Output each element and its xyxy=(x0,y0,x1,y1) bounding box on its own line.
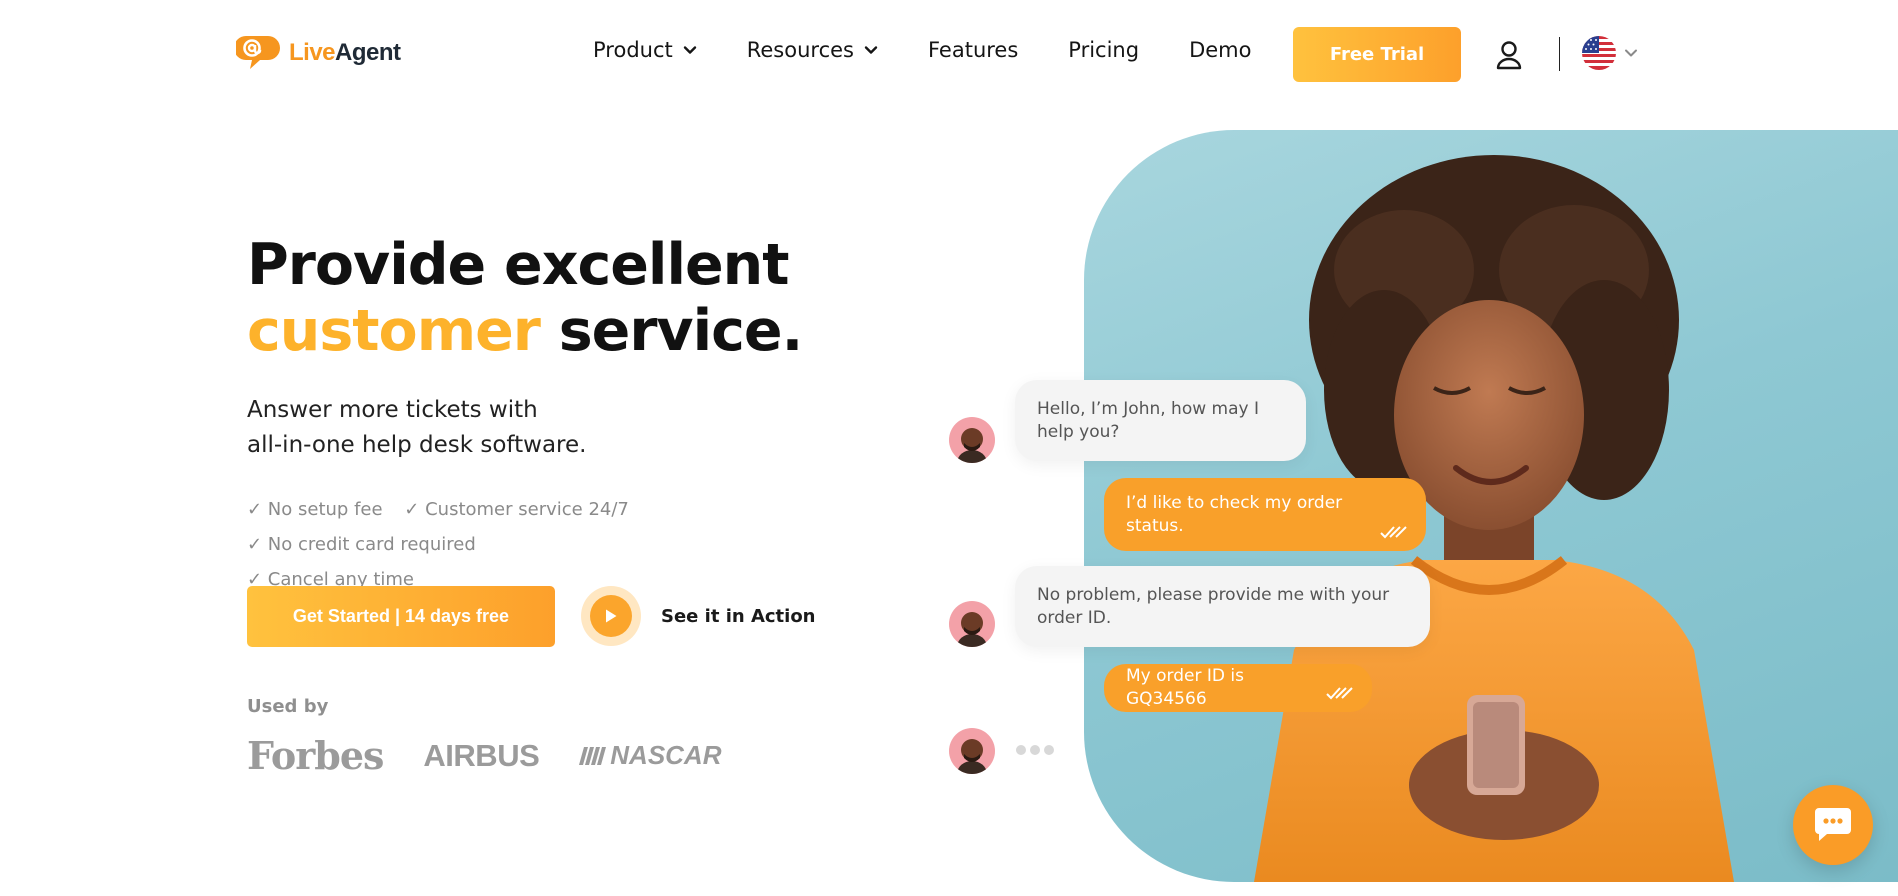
nascar-logo: NASCAR xyxy=(579,740,722,771)
double-check-icon xyxy=(1380,526,1407,539)
chevron-down-icon xyxy=(864,46,878,54)
brand-logos: Forbes AIRBUS NASCAR xyxy=(247,733,762,778)
check-item: ✓ Customer service 24/7 xyxy=(404,499,629,520)
nav-item-product[interactable]: Product xyxy=(593,38,697,62)
chat-widget-button[interactable] xyxy=(1793,785,1873,865)
play-icon xyxy=(581,586,641,646)
used-by-label: Used by xyxy=(247,696,329,717)
airbus-logo: AIRBUS xyxy=(423,737,540,773)
nav-item-label: Resources xyxy=(746,38,854,62)
double-check-icon xyxy=(1326,687,1353,700)
feature-checklist: ✓ No setup fee ✓ Customer service 24/7 ✓… xyxy=(247,492,847,597)
logo-wordmark: LiveAgent xyxy=(289,39,401,66)
chat-message-text: No problem, please provide me with your … xyxy=(1037,584,1390,628)
see-it-in-action-link[interactable]: See it in Action xyxy=(581,586,816,646)
site-header: LiveAgent Product Resources Features Pri… xyxy=(0,0,1898,106)
chat-bubble-icon xyxy=(1815,808,1851,841)
nav-item-label: Demo xyxy=(1189,38,1252,62)
nav-item-pricing[interactable]: Pricing xyxy=(1068,38,1139,62)
nav-item-demo[interactable]: Demo xyxy=(1189,38,1251,62)
hero-title: Provide excellent customer service. xyxy=(247,232,803,364)
liveagent-logo[interactable]: LiveAgent xyxy=(234,34,401,72)
header-divider xyxy=(1559,37,1560,71)
agent-avatar xyxy=(949,417,995,463)
agent-avatar xyxy=(949,601,995,647)
chat-message-text: My order ID is GQ34566 xyxy=(1126,666,1244,709)
nav-item-label: Product xyxy=(593,38,673,62)
chat-message-agent: Hello, I’m John, how may I help you? xyxy=(1015,380,1306,461)
hero-title-line1: Provide excellent xyxy=(247,232,789,298)
language-selector[interactable] xyxy=(1582,36,1638,70)
liveagent-logo-icon xyxy=(234,34,282,72)
nav-item-resources[interactable]: Resources xyxy=(747,38,878,62)
us-flag-icon xyxy=(1582,36,1616,70)
forbes-logo: Forbes xyxy=(247,733,384,778)
chat-message-text: Hello, I’m John, how may I help you? xyxy=(1037,398,1259,442)
hero-subtitle-line1: Answer more tickets with xyxy=(247,397,538,423)
agent-avatar xyxy=(949,728,995,774)
chevron-down-icon xyxy=(683,46,696,54)
check-item: ✓ No credit card required xyxy=(247,534,476,555)
nav-item-label: Pricing xyxy=(1068,38,1140,62)
main-nav: Product Resources Features Pricing Demo xyxy=(593,38,1301,62)
hero-title-accent: customer xyxy=(247,298,541,364)
chat-message-user: My order ID is GQ34566 xyxy=(1104,664,1372,712)
free-trial-button[interactable]: Free Trial xyxy=(1293,27,1461,82)
nav-item-label: Features xyxy=(927,38,1019,62)
hero-subtitle-line2: all-in-one help desk software. xyxy=(247,432,587,458)
hero-subtitle: Answer more tickets with all-in-one help… xyxy=(247,393,586,463)
hero-title-rest: service. xyxy=(558,298,803,364)
nav-item-features[interactable]: Features xyxy=(928,38,1018,62)
see-it-in-action-label: See it in Action xyxy=(661,605,816,627)
chat-message-agent: No problem, please provide me with your … xyxy=(1015,566,1430,647)
check-item: ✓ No setup fee xyxy=(247,499,383,520)
nascar-wordmark: NASCAR xyxy=(610,740,722,770)
get-started-button[interactable]: Get Started | 14 days free xyxy=(247,586,555,647)
user-icon[interactable] xyxy=(1495,40,1523,70)
typing-indicator xyxy=(1016,745,1054,755)
chat-message-text: I’d like to check my order status. xyxy=(1126,492,1343,536)
chat-message-user: I’d like to check my order status. xyxy=(1104,478,1426,551)
chevron-down-icon xyxy=(1625,49,1637,57)
